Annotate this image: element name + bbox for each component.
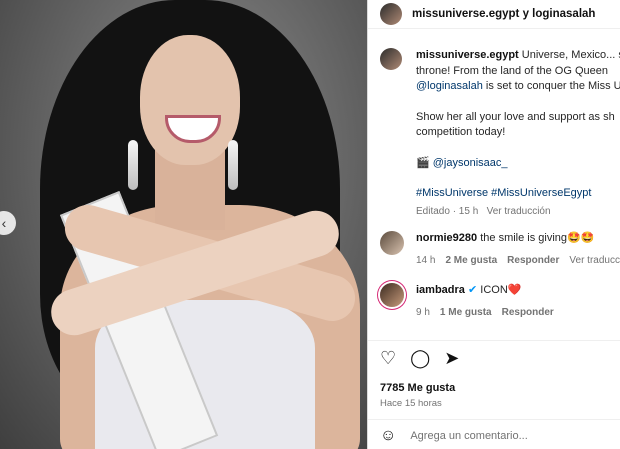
comment-avatar[interactable] — [380, 283, 404, 307]
comment-translate-link[interactable]: Ver traducción — [569, 255, 620, 266]
caption-edited-time: Editado · 15 h — [416, 205, 479, 217]
comment-time: 9 h — [416, 307, 430, 318]
add-comment-bar: ☺ Agrega un comentario... — [368, 419, 620, 449]
emoji-icon[interactable]: ☺ — [380, 427, 396, 445]
chevron-left-icon: ‹ — [1, 215, 7, 231]
heart-icon[interactable]: ♡ — [380, 349, 396, 367]
post-side-panel: missuniverse.egypt y loginasalah missuni… — [367, 0, 620, 449]
caption-username[interactable]: missuniverse.egypt — [416, 49, 519, 61]
header-avatar[interactable] — [380, 3, 402, 25]
post-caption: missuniverse.egypt Universe, Mexico... s… — [380, 48, 620, 219]
caption-line-1: Universe, Mexico... sh — [518, 49, 620, 61]
likes-count[interactable]: 7785 Me gusta — [380, 382, 455, 394]
caption-line-3: is set to conquer the Miss U — [482, 80, 620, 92]
caption-hashtags[interactable]: #MissUniverse #MissUniverseEgypt — [416, 186, 620, 202]
comment-text: the smile is giving🤩🤩 — [480, 232, 595, 244]
photo-face — [140, 35, 240, 165]
comment-reply-button[interactable]: Responder — [507, 255, 559, 266]
caption-line-4: Show her all your love and support as sh — [416, 110, 615, 123]
clapper-icon: 🎬 — [416, 156, 430, 169]
comment-avatar[interactable] — [380, 231, 404, 255]
caption-avatar[interactable] — [380, 48, 402, 70]
post-actions: ♡ ◯ ➤ 7785 Me gusta Hace 15 horas ☺ Agre… — [368, 340, 620, 449]
post-header: missuniverse.egypt y loginasalah — [368, 0, 620, 29]
comment-username[interactable]: normie9280 — [416, 232, 477, 244]
header-usernames[interactable]: missuniverse.egypt y loginasalah — [412, 8, 595, 20]
photo-earring-right — [228, 140, 238, 190]
comment-likes[interactable]: 2 Me gusta — [445, 255, 497, 266]
caption-mention[interactable]: @loginasalah — [416, 80, 483, 92]
caption-see-translation[interactable]: Ver traducción — [487, 206, 551, 217]
instagram-post-view: ‹ missuniverse.egypt y loginasalah missu… — [0, 0, 620, 449]
share-icon[interactable]: ➤ — [444, 349, 459, 367]
comment-likes[interactable]: 1 Me gusta — [440, 307, 492, 318]
comment-icon[interactable]: ◯ — [410, 349, 430, 367]
comment-item: normie9280 the smile is giving🤩🤩 14 h 2 M… — [380, 231, 620, 266]
comment-reply-button[interactable]: Responder — [502, 307, 554, 318]
caption-line-5: competition today! — [416, 126, 506, 138]
comment-time: 14 h — [416, 255, 436, 266]
comment-item: iambadra ✔ ICON❤️ 9 h 1 Me gusta Responder — [380, 283, 564, 318]
carousel-prev-button[interactable]: ‹ — [0, 211, 16, 235]
caption-line-2: throne! From the land of the OG Queen — [416, 64, 608, 77]
post-time: Hace 15 horas — [380, 398, 442, 409]
comment-input[interactable]: Agrega un comentario... — [410, 430, 527, 442]
verified-badge-icon: ✔ — [467, 284, 478, 296]
comment-text: ICON❤️ — [480, 284, 522, 296]
caption-photographer-mention[interactable]: @jaysonisaac_ — [433, 157, 508, 169]
photo-earring-left — [128, 140, 138, 190]
post-photo[interactable]: ‹ — [0, 0, 367, 449]
comment-username[interactable]: iambadra — [416, 284, 465, 296]
